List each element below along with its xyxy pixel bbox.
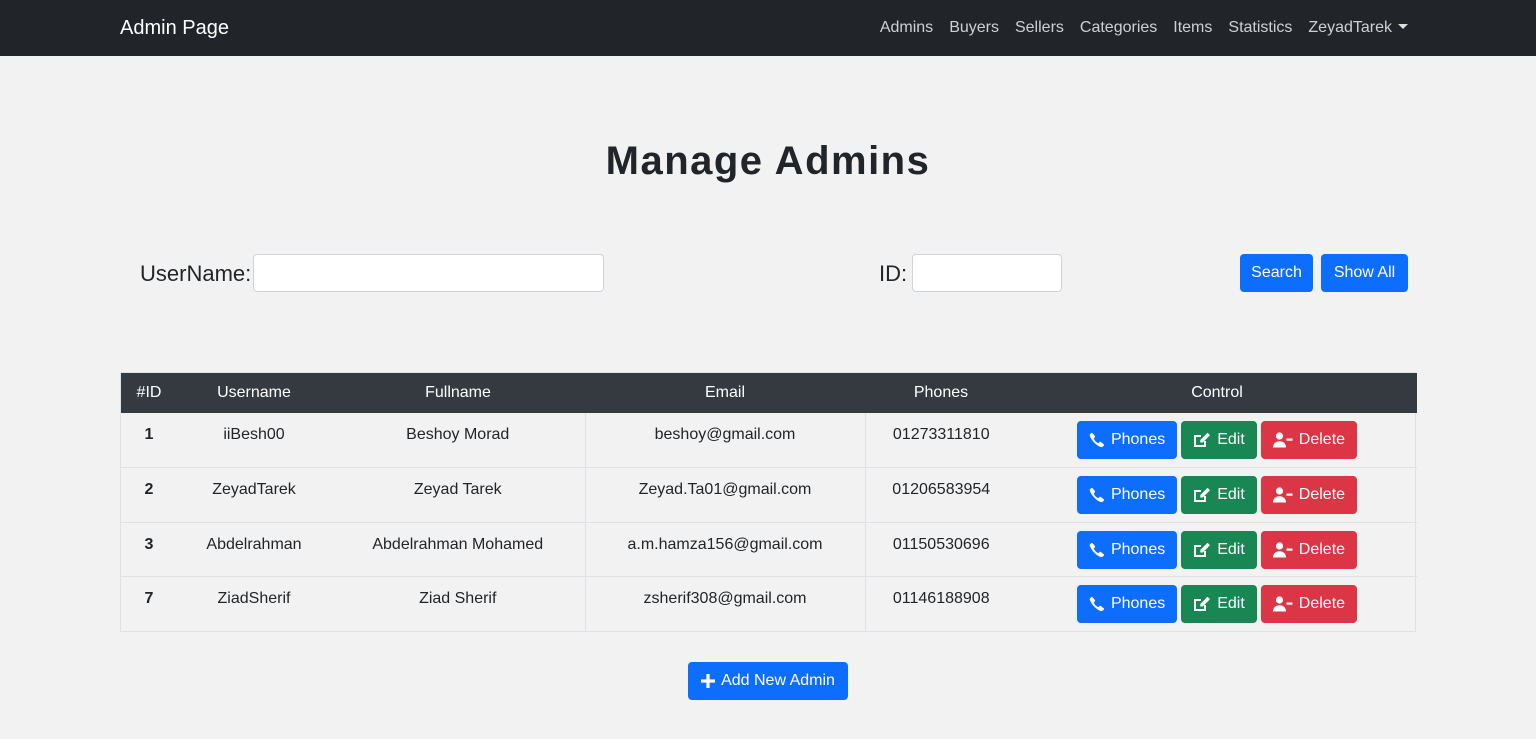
delete-button-label: Delete bbox=[1298, 595, 1346, 612]
edit-icon bbox=[1194, 487, 1211, 502]
cell-fullname: Abdelrahman Mohamed bbox=[331, 521, 585, 577]
search-button[interactable]: Search bbox=[1240, 254, 1313, 292]
nav-link-admins[interactable]: Admins bbox=[872, 16, 941, 40]
top-navbar: Admin Page Admins Buyers Sellers Categor… bbox=[0, 0, 1536, 56]
cell-controls: Phones Edit Delete bbox=[1017, 576, 1417, 631]
plus-icon bbox=[701, 674, 716, 688]
cell-username: iiBesh00 bbox=[223, 426, 285, 443]
edit-icon bbox=[1194, 432, 1211, 447]
admins-table: #ID Username Fullname Email Phones Contr… bbox=[120, 372, 1417, 632]
id-input[interactable] bbox=[912, 254, 1062, 292]
show-all-button[interactable]: Show All bbox=[1321, 254, 1408, 292]
delete-button[interactable]: Delete bbox=[1260, 530, 1358, 569]
nav-link-statistics[interactable]: Statistics bbox=[1220, 16, 1300, 40]
cell-phone: 01150530696 bbox=[864, 521, 1017, 577]
cell-controls: Phones Edit Delete bbox=[1017, 467, 1417, 522]
delete-button[interactable]: Delete bbox=[1260, 585, 1358, 623]
phone-icon bbox=[1089, 596, 1104, 612]
phones-button[interactable]: Phones bbox=[1076, 476, 1178, 514]
cell-fullname: Ziad Sherif bbox=[331, 576, 585, 631]
phones-button-label: Phones bbox=[1110, 595, 1166, 612]
delete-button-label: Delete bbox=[1298, 540, 1346, 558]
table-header-row: #ID Username Fullname Email Phones Contr… bbox=[121, 373, 1417, 413]
delete-button-label: Delete bbox=[1298, 431, 1346, 448]
cell-id: 2 bbox=[121, 467, 177, 522]
edit-button[interactable]: Edit bbox=[1181, 476, 1257, 514]
cell-username: ZeyadTarek bbox=[177, 467, 331, 522]
phones-button[interactable]: Phones bbox=[1076, 421, 1178, 459]
edit-button-label: Edit bbox=[1217, 431, 1245, 448]
phone-icon bbox=[1089, 542, 1104, 557]
header-email: Email bbox=[704, 384, 745, 401]
navbar-links: Admins Buyers Sellers Categories Items S… bbox=[872, 0, 1408, 56]
cell-phone: 01206583954 bbox=[864, 467, 1017, 522]
page-title: Manage Admins bbox=[605, 139, 931, 183]
delete-button-label: Delete bbox=[1298, 486, 1346, 503]
nav-link-buyers[interactable]: Buyers bbox=[941, 16, 1007, 40]
phone-icon bbox=[1089, 487, 1104, 503]
user-dropdown[interactable]: ZeyadTarek bbox=[1300, 16, 1408, 40]
phones-button-label: Phones bbox=[1110, 431, 1166, 448]
table-row: 3 Abdelrahman Abdelrahman Mohamed a.m.ha… bbox=[121, 521, 1417, 577]
phones-button[interactable]: Phones bbox=[1076, 530, 1178, 569]
cell-phone: 01146188908 bbox=[864, 576, 1017, 631]
user-minus-icon bbox=[1272, 432, 1293, 448]
user-minus-icon bbox=[1272, 541, 1293, 557]
edit-button-label: Edit bbox=[1217, 486, 1245, 503]
cell-email: zsherif308@gmail.com bbox=[584, 576, 865, 631]
table-row: 1 iiBesh00 Beshoy Morad beshoy@gmail.com… bbox=[121, 413, 1417, 468]
add-new-admin-label: Add New Admin bbox=[721, 672, 835, 689]
cell-username: Abdelrahman bbox=[177, 521, 331, 577]
table-row: 7 ZiadSherif Ziad Sherif zsherif308@gmai… bbox=[121, 576, 1417, 631]
header-phones: Phones bbox=[913, 384, 969, 401]
cell-fullname: Beshoy Morad bbox=[406, 426, 510, 443]
edit-button-label: Edit bbox=[1217, 540, 1245, 558]
cell-controls: Phones Edit Delete bbox=[1017, 413, 1417, 468]
header-fullname: Fullname bbox=[425, 384, 491, 401]
edit-button[interactable]: Edit bbox=[1181, 585, 1257, 623]
header-id: #ID bbox=[136, 384, 162, 401]
cell-controls: Phones Edit Delete bbox=[1017, 521, 1417, 577]
phones-button[interactable]: Phones bbox=[1076, 585, 1178, 623]
cell-phone: 01273311810 bbox=[864, 413, 1017, 468]
delete-button[interactable]: Delete bbox=[1260, 421, 1358, 459]
navbar-brand[interactable]: Admin Page bbox=[120, 15, 229, 41]
caret-down-icon bbox=[1398, 24, 1408, 29]
user-minus-icon bbox=[1272, 596, 1293, 612]
nav-link-sellers[interactable]: Sellers bbox=[1007, 16, 1072, 40]
phones-button-label: Phones bbox=[1110, 540, 1166, 558]
nav-link-items[interactable]: Items bbox=[1165, 16, 1220, 40]
cell-username: ZiadSherif bbox=[177, 576, 331, 631]
id-label: ID: bbox=[879, 261, 908, 286]
phones-button-label: Phones bbox=[1110, 486, 1166, 503]
cell-fullname: Zeyad Tarek bbox=[331, 467, 585, 522]
table-row: 2 ZeyadTarek Zeyad Tarek Zeyad.Ta01@gmai… bbox=[121, 467, 1417, 522]
cell-email: beshoy@gmail.com bbox=[584, 413, 865, 468]
edit-icon bbox=[1194, 596, 1211, 611]
header-username: Username bbox=[217, 384, 291, 401]
delete-button[interactable]: Delete bbox=[1260, 476, 1358, 514]
edit-icon bbox=[1194, 542, 1211, 557]
header-control: Control bbox=[1191, 384, 1243, 401]
user-name: ZeyadTarek bbox=[1308, 19, 1392, 36]
phone-icon bbox=[1089, 432, 1104, 448]
user-minus-icon bbox=[1272, 487, 1293, 503]
nav-link-categories[interactable]: Categories bbox=[1072, 16, 1165, 40]
add-new-admin-button[interactable]: Add New Admin bbox=[688, 662, 848, 700]
cell-email: Zeyad.Ta01@gmail.com bbox=[584, 467, 865, 522]
cell-id: 7 bbox=[121, 576, 177, 631]
cell-id: 3 bbox=[121, 521, 177, 577]
edit-button-label: Edit bbox=[1217, 595, 1245, 612]
edit-button[interactable]: Edit bbox=[1181, 530, 1257, 569]
cell-email: a.m.hamza156@gmail.com bbox=[584, 521, 865, 577]
cell-id: 1 bbox=[144, 426, 154, 443]
username-label: UserName: bbox=[140, 261, 252, 286]
edit-button[interactable]: Edit bbox=[1181, 421, 1257, 459]
username-input[interactable] bbox=[253, 254, 604, 292]
